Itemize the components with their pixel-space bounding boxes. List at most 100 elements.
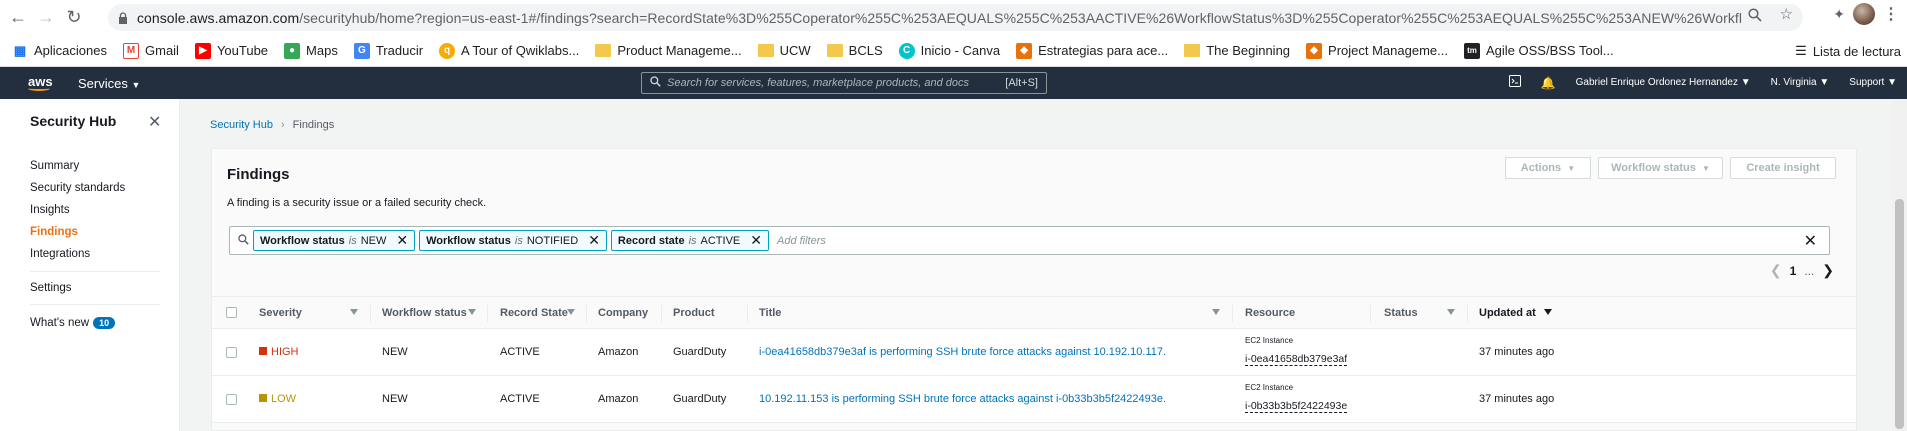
sidebar-item-summary[interactable]: Summary [30,160,79,172]
bookmark-item[interactable]: ▶ YouTube [194,42,268,59]
actions-button[interactable]: Actions ▼ [1505,157,1591,179]
bookmark-item[interactable]: BCLS [826,43,883,58]
finding-title-link[interactable]: 10.192.11.153 is performing SSH brute fo… [759,393,1166,405]
bookmark-item[interactable]: ◆ Project Manageme... [1306,42,1448,59]
reload-icon[interactable]: ↻ [60,4,88,32]
bookmark-item[interactable]: UCW [757,43,811,58]
sidebar-item-security-standards[interactable]: Security standards [30,182,125,194]
services-menu[interactable]: Services ▼ [78,76,140,91]
sidebar-item-integrations[interactable]: Integrations [30,248,90,260]
column-record-state[interactable]: Record State [500,307,568,319]
sort-icon[interactable] [567,309,575,315]
filter-chip[interactable]: Workflow status is NOTIFIED ✕ [419,230,607,251]
bookmark-item[interactable]: ▦ Aplicaciones [12,43,107,59]
sidebar-item-settings[interactable]: Settings [30,282,72,294]
column-resource[interactable]: Resource [1245,307,1295,319]
filter-chip[interactable]: Record state is ACTIVE ✕ [610,230,769,251]
workflow-status-button[interactable]: Workflow status ▼ [1598,157,1723,179]
region-menu[interactable]: N. Virginia ▼ [1771,77,1830,88]
url-path: /securityhub/home?region=us-east-1#/find… [299,9,1742,26]
bookmark-item[interactable]: ◆ Estrategias para ace... [1016,42,1168,59]
workflow-status-label: Workflow status [1611,162,1696,174]
bookmark-item[interactable]: Product Manageme... [595,43,742,58]
support-menu[interactable]: Support ▼ [1849,77,1897,88]
column-workflow-status[interactable]: Workflow status [382,307,467,319]
bookmark-item[interactable]: G Traducir [353,42,423,59]
bookmark-item[interactable]: tm Agile OSS/BSS Tool... [1463,42,1614,59]
row-checkbox[interactable] [226,347,237,358]
create-insight-button[interactable]: Create insight [1730,157,1836,179]
product-cell: GuardDuty [673,393,727,405]
aws-search-input[interactable]: Search for services, features, marketpla… [641,72,1047,94]
remove-filter-icon[interactable]: ✕ [396,232,408,249]
scrollbar-thumb[interactable] [1895,199,1904,429]
current-page[interactable]: 1 [1790,264,1797,278]
back-icon[interactable]: ← [4,4,32,32]
bookmark-item[interactable]: ● Maps [284,42,338,59]
next-page-icon[interactable]: ❯ [1822,262,1834,279]
column-updated-at[interactable]: Updated at [1479,307,1536,319]
finding-title-link[interactable]: i-0ea41658db379e3af is performing SSH br… [759,346,1166,358]
sidebar-item-whats-new[interactable]: What's new 10 [30,317,116,329]
bookmark-label: Product Manageme... [617,43,742,58]
page-scrollbar[interactable] [1892,99,1907,431]
sort-icon[interactable] [1212,309,1220,315]
cloudshell-icon[interactable] [1508,75,1521,90]
region-name: N. Virginia [1770,77,1817,88]
sort-descending-icon[interactable] [1544,309,1552,315]
bookmark-label: The Beginning [1206,43,1291,58]
filter-bar[interactable]: Workflow status is NEW ✕ Workflow status is N… [229,226,1830,255]
column-product[interactable]: Product [673,307,715,319]
resource-id[interactable]: i-0ea41658db379e3af [1245,353,1348,366]
column-status[interactable]: Status [1384,307,1418,319]
notifications-bell-icon[interactable]: 🔔 [1541,76,1556,90]
whats-new-badge: 10 [93,317,116,329]
aws-logo[interactable]: aws [28,75,56,91]
canva-icon: C [898,42,921,59]
close-icon[interactable]: ✕ [148,112,161,132]
table-row[interactable]: LOW NEW ACTIVE Amazon GuardDuty 10.192.1… [212,376,1856,423]
sort-icon[interactable] [350,309,358,315]
bookmark-item[interactable]: The Beginning [1184,43,1290,58]
bookmark-label: Gmail [145,43,179,58]
extensions-icon[interactable]: ✦ [1833,6,1845,23]
clear-filters-icon[interactable]: ✕ [1804,231,1817,251]
address-bar[interactable]: console.aws.amazon.com/securityhub/home?… [108,4,1803,31]
row-checkbox[interactable] [226,394,237,405]
column-title[interactable]: Title [759,307,781,319]
bookmark-item[interactable]: M Gmail [123,42,179,59]
reading-list-button[interactable]: ☰ Lista de lectura [1795,43,1901,59]
filter-chip[interactable]: Workflow status is NEW ✕ [253,230,416,251]
forward-icon[interactable]: → [32,4,60,32]
previous-page-icon[interactable]: ❮ [1770,262,1782,279]
zoom-icon[interactable] [1747,8,1762,25]
remove-filter-icon[interactable]: ✕ [588,232,600,249]
sort-icon[interactable] [468,309,476,315]
breadcrumb-security-hub[interactable]: Security Hub [210,119,273,131]
caret-down-icon: ▼ [131,79,141,90]
remove-filter-icon[interactable]: ✕ [750,232,762,249]
sidebar-item-findings[interactable]: Findings [30,226,78,238]
column-divider [1370,305,1371,322]
add-filters-input[interactable]: Add filters [777,235,826,247]
bookmark-label: Inicio - Canva [920,43,1001,58]
sidebar-item-insights[interactable]: Insights [30,204,70,216]
bookmark-item[interactable]: qA Tour of Qwiklabs... [439,42,579,59]
column-divider [1467,305,1468,322]
table-row[interactable]: HIGH NEW ACTIVE Amazon GuardDuty i-0ea41… [212,329,1856,376]
star-icon[interactable]: ☆ [1780,7,1793,25]
menu-icon[interactable]: ⋮ [1883,4,1899,24]
search-icon [238,233,249,248]
resource-id[interactable]: i-0b33b3b5f2422493e [1245,400,1348,413]
bookmark-item[interactable]: C Inicio - Canva [898,42,1001,59]
sort-icon[interactable] [1447,309,1455,315]
filter-field: Workflow status [260,234,345,247]
profile-avatar[interactable] [1853,3,1875,25]
support-label: Support [1849,77,1885,88]
bookmark-label: Agile OSS/BSS Tool... [1485,43,1614,58]
security-hub-sidebar: Security Hub ✕ Summary Security standard… [0,99,180,431]
column-company[interactable]: Company [598,307,648,319]
account-menu[interactable]: Gabriel Enrique Ordonez Hernandez ▼ [1576,77,1751,88]
select-all-checkbox[interactable] [226,307,237,318]
column-severity[interactable]: Severity [259,307,302,319]
